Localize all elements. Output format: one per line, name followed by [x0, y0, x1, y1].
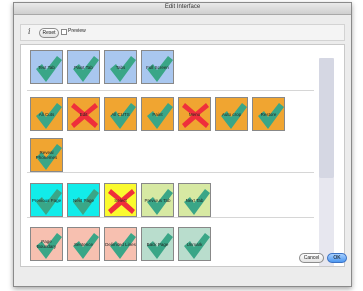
row-divider [27, 172, 314, 173]
tile-label: Restore [260, 111, 277, 117]
tile-label: Select [114, 197, 127, 203]
interface-tile[interactable]: Next Tab [178, 183, 211, 217]
tile-label: Text Tab [38, 64, 55, 70]
interface-tile[interactable]: Previous Page [30, 183, 63, 217]
tile-label: Reveal Phonemes [35, 150, 58, 160]
preview-checkbox[interactable] [61, 29, 67, 35]
tile-label: All Cuts [38, 111, 55, 117]
interface-tile[interactable]: Page Boundary [30, 227, 63, 261]
tile-label: Paint [152, 111, 163, 117]
interface-tile[interactable]: Edit [67, 97, 100, 131]
interface-tile[interactable]: Sentence [67, 227, 100, 261]
tile-label: Edit [79, 111, 88, 117]
interface-tile[interactable]: Previous Tab [141, 183, 174, 217]
interface-tile[interactable]: Reveal Phonemes [30, 138, 63, 172]
interface-tile[interactable]: Paint Tab [67, 50, 100, 84]
tile-label: Previous Page [31, 197, 62, 203]
tile-label: Tabs [115, 64, 126, 70]
title-bar[interactable]: Edit Interface [14, 3, 351, 15]
preview-label: Preview [68, 28, 86, 34]
interface-tile[interactable]: Delimited Lines [104, 227, 137, 261]
toolbar: i Reset Preview [20, 24, 345, 41]
row-divider [27, 90, 314, 91]
tile-label: Previous Tab [144, 197, 171, 203]
tile-label: Back Page [146, 241, 169, 247]
interface-tile[interactable]: Back Page [141, 227, 174, 261]
tile-label: Full Screen [146, 64, 169, 70]
interface-tile[interactable]: Tabs [104, 50, 137, 84]
ok-button[interactable]: OK [327, 253, 347, 263]
interface-tile[interactable]: Next Page [67, 183, 100, 217]
interface-tile[interactable]: All Cuts [30, 97, 63, 131]
interface-tile[interactable]: Menu [178, 97, 211, 131]
interface-tile[interactable]: Select [104, 183, 137, 217]
scrollbar-thumb[interactable] [319, 58, 334, 178]
row-divider [27, 217, 314, 218]
interface-tile[interactable]: Auto crop [215, 97, 248, 131]
tile-label: Page Boundary [36, 239, 57, 249]
tile-label: Sentence [73, 241, 93, 247]
info-icon[interactable]: i [28, 27, 31, 36]
interface-tile[interactable]: Unmark [178, 227, 211, 261]
tile-label: Next Page [72, 197, 94, 203]
tiles-panel: Text Tab Paint Tab Tabs Full Screen All Cuts… [20, 44, 345, 267]
interface-tile[interactable]: Restore [252, 97, 285, 131]
interface-tile[interactable]: Paint [141, 97, 174, 131]
reset-button[interactable]: Reset [39, 28, 59, 38]
tile-label: Unmark [186, 241, 203, 247]
window-title: Edit Interface [164, 4, 201, 10]
edit-interface-window: Edit Interface i Reset Preview Text Tab P… [13, 2, 352, 287]
interface-tile[interactable]: Text Tab [30, 50, 63, 84]
tile-label: Paint Tab [74, 64, 93, 70]
tile-label: Delimited Lines [105, 241, 136, 247]
interface-tile[interactable]: All CUTS [104, 97, 137, 131]
tile-label: Auto crop [221, 111, 242, 117]
interface-tile[interactable]: Full Screen [141, 50, 174, 84]
tile-label: All CUTS [111, 111, 130, 117]
tile-label: Next Tab [185, 197, 204, 203]
tile-label: Menu [188, 111, 201, 117]
cancel-button[interactable]: Cancel [299, 253, 324, 263]
